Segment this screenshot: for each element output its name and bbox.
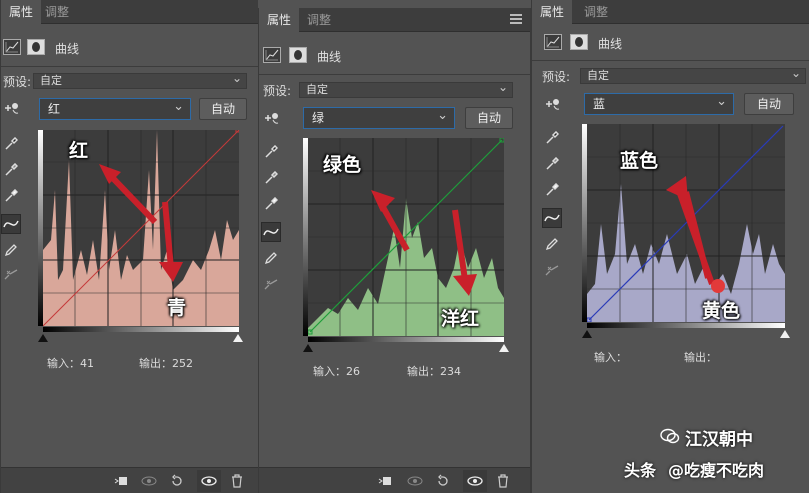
- on-image-adjust-icon[interactable]: [261, 108, 281, 128]
- gray-point-eyedropper-icon[interactable]: [1, 160, 21, 180]
- curve-edit-points-icon[interactable]: [1, 214, 21, 234]
- preset-label: 预设:: [542, 70, 571, 84]
- clip-to-layer-icon[interactable]: [377, 473, 393, 489]
- auto-button[interactable]: 自动: [744, 93, 794, 115]
- annotation-arrows: [99, 164, 183, 282]
- input-gradient: [308, 337, 504, 342]
- input-readout: 输入：41: [47, 357, 94, 370]
- reset-icon[interactable]: [169, 473, 185, 489]
- tab-adjustments[interactable]: 调整: [37, 0, 77, 24]
- tab-properties[interactable]: 属性: [259, 8, 300, 32]
- input-readout: 输入：26: [313, 365, 360, 378]
- panel-tabbar: 属性 调整: [1, 0, 258, 24]
- black-point-eyedropper-icon[interactable]: [261, 142, 281, 162]
- gray-point-eyedropper-icon[interactable]: [261, 168, 281, 188]
- black-point-slider[interactable]: [303, 344, 313, 352]
- curves-adjustment-icon: [263, 47, 281, 63]
- delete-icon[interactable]: [229, 473, 245, 489]
- layer-mask-icon[interactable]: [570, 34, 588, 50]
- panel-tabbar: 属性 调整: [532, 0, 809, 24]
- on-image-adjust-icon[interactable]: [542, 94, 562, 114]
- pencil-draw-icon[interactable]: [542, 234, 562, 254]
- black-point-eyedropper-icon[interactable]: [1, 134, 21, 154]
- white-point-slider[interactable]: [780, 330, 790, 338]
- tab-adjustments[interactable]: 调整: [576, 0, 616, 24]
- view-previous-state-icon[interactable]: [141, 473, 157, 489]
- panel-footer: [259, 467, 530, 493]
- watermark-account: 江汉朝中: [685, 430, 753, 450]
- smooth-curve-icon[interactable]: [261, 274, 281, 294]
- annotation-red: 红: [69, 140, 89, 162]
- layer-mask-icon[interactable]: [289, 47, 307, 63]
- curve-edit-points-icon[interactable]: [261, 222, 281, 242]
- divider: [259, 74, 530, 75]
- curves-panel-green: 属性 调整 曲线 预设: 自定 绿 自动 绿色 洋红 输入：26 输出：234: [258, 8, 531, 493]
- output-readout: 输出：: [684, 351, 717, 364]
- layer-mask-icon[interactable]: [27, 39, 45, 55]
- auto-button[interactable]: 自动: [465, 107, 513, 129]
- preset-select[interactable]: 自定: [580, 66, 806, 84]
- white-point-slider[interactable]: [499, 344, 509, 352]
- panel-header-title: 曲线: [598, 37, 623, 51]
- preset-label: 预设:: [263, 84, 292, 98]
- smooth-curve-icon[interactable]: [542, 260, 562, 280]
- reset-icon[interactable]: [435, 473, 451, 489]
- pencil-draw-icon[interactable]: [261, 248, 281, 268]
- black-point-eyedropper-icon[interactable]: [542, 128, 562, 148]
- input-gradient: [43, 327, 239, 332]
- annotation-arrows: [666, 176, 725, 293]
- wechat-logo-icon: [660, 428, 680, 444]
- input-gradient: [587, 323, 785, 328]
- curves-adjustment-icon: [3, 39, 21, 55]
- gray-point-eyedropper-icon[interactable]: [542, 154, 562, 174]
- white-point-eyedropper-icon[interactable]: [542, 180, 562, 200]
- preset-select[interactable]: 自定: [33, 71, 247, 89]
- divider: [1, 66, 258, 67]
- divider: [532, 60, 809, 61]
- annotation-blue: 蓝色: [620, 150, 659, 172]
- curve-edit-points-icon[interactable]: [542, 208, 562, 228]
- tab-adjustments[interactable]: 调整: [299, 8, 339, 32]
- on-image-adjust-icon[interactable]: [1, 98, 21, 118]
- channel-select[interactable]: 绿: [303, 106, 455, 129]
- black-point-slider[interactable]: [582, 330, 592, 338]
- white-point-eyedropper-icon[interactable]: [261, 194, 281, 214]
- annotation-yellow: 黄色: [702, 300, 741, 322]
- watermark-handle: @吃瘦不吃肉: [668, 461, 765, 480]
- pencil-draw-icon[interactable]: [1, 240, 21, 260]
- input-readout: 输入：: [594, 351, 627, 364]
- preset-label: 预设:: [3, 75, 32, 89]
- panel-tabbar: 属性 调整: [259, 8, 530, 32]
- preset-select[interactable]: 自定: [299, 80, 513, 98]
- curves-adjustment-icon: [544, 34, 562, 50]
- watermark-platform: 头条: [624, 461, 657, 480]
- panel-header-title: 曲线: [55, 42, 80, 56]
- toggle-visibility-icon[interactable]: [197, 470, 221, 492]
- annotation-arrows: [371, 190, 477, 296]
- panel-footer: [1, 467, 258, 493]
- panel-menu-icon[interactable]: [510, 14, 522, 24]
- channel-select[interactable]: 红: [39, 97, 191, 120]
- white-point-slider[interactable]: [233, 334, 243, 342]
- output-readout: 输出：252: [139, 357, 193, 370]
- white-point-eyedropper-icon[interactable]: [1, 186, 21, 206]
- clip-to-layer-icon[interactable]: [113, 473, 129, 489]
- curves-panel-red: 属性 调整 曲线 预设: 自定 红 自动 红 青 输入：41 输出：252: [0, 0, 258, 493]
- delete-icon[interactable]: [495, 473, 511, 489]
- black-point-slider[interactable]: [38, 334, 48, 342]
- view-previous-state-icon[interactable]: [407, 473, 423, 489]
- tab-properties[interactable]: 属性: [1, 0, 42, 24]
- channel-select[interactable]: 蓝: [584, 92, 734, 115]
- curves-panel-blue: 属性 调整 曲线 预设: 自定 蓝 自动 蓝色 黄色 输入： 输出：: [531, 0, 809, 493]
- smooth-curve-icon[interactable]: [1, 264, 21, 284]
- panel-header-title: 曲线: [317, 50, 342, 64]
- annotation-magenta: 洋红: [441, 308, 480, 330]
- output-readout: 输出：234: [407, 365, 461, 378]
- auto-button[interactable]: 自动: [199, 98, 247, 120]
- tab-properties[interactable]: 属性: [532, 0, 573, 24]
- annotation-cyan: 青: [167, 297, 187, 319]
- watermark-toutiao: 头条 @吃瘦不吃肉: [620, 452, 806, 482]
- toggle-visibility-icon[interactable]: [463, 470, 487, 492]
- annotation-green: 绿色: [323, 154, 362, 176]
